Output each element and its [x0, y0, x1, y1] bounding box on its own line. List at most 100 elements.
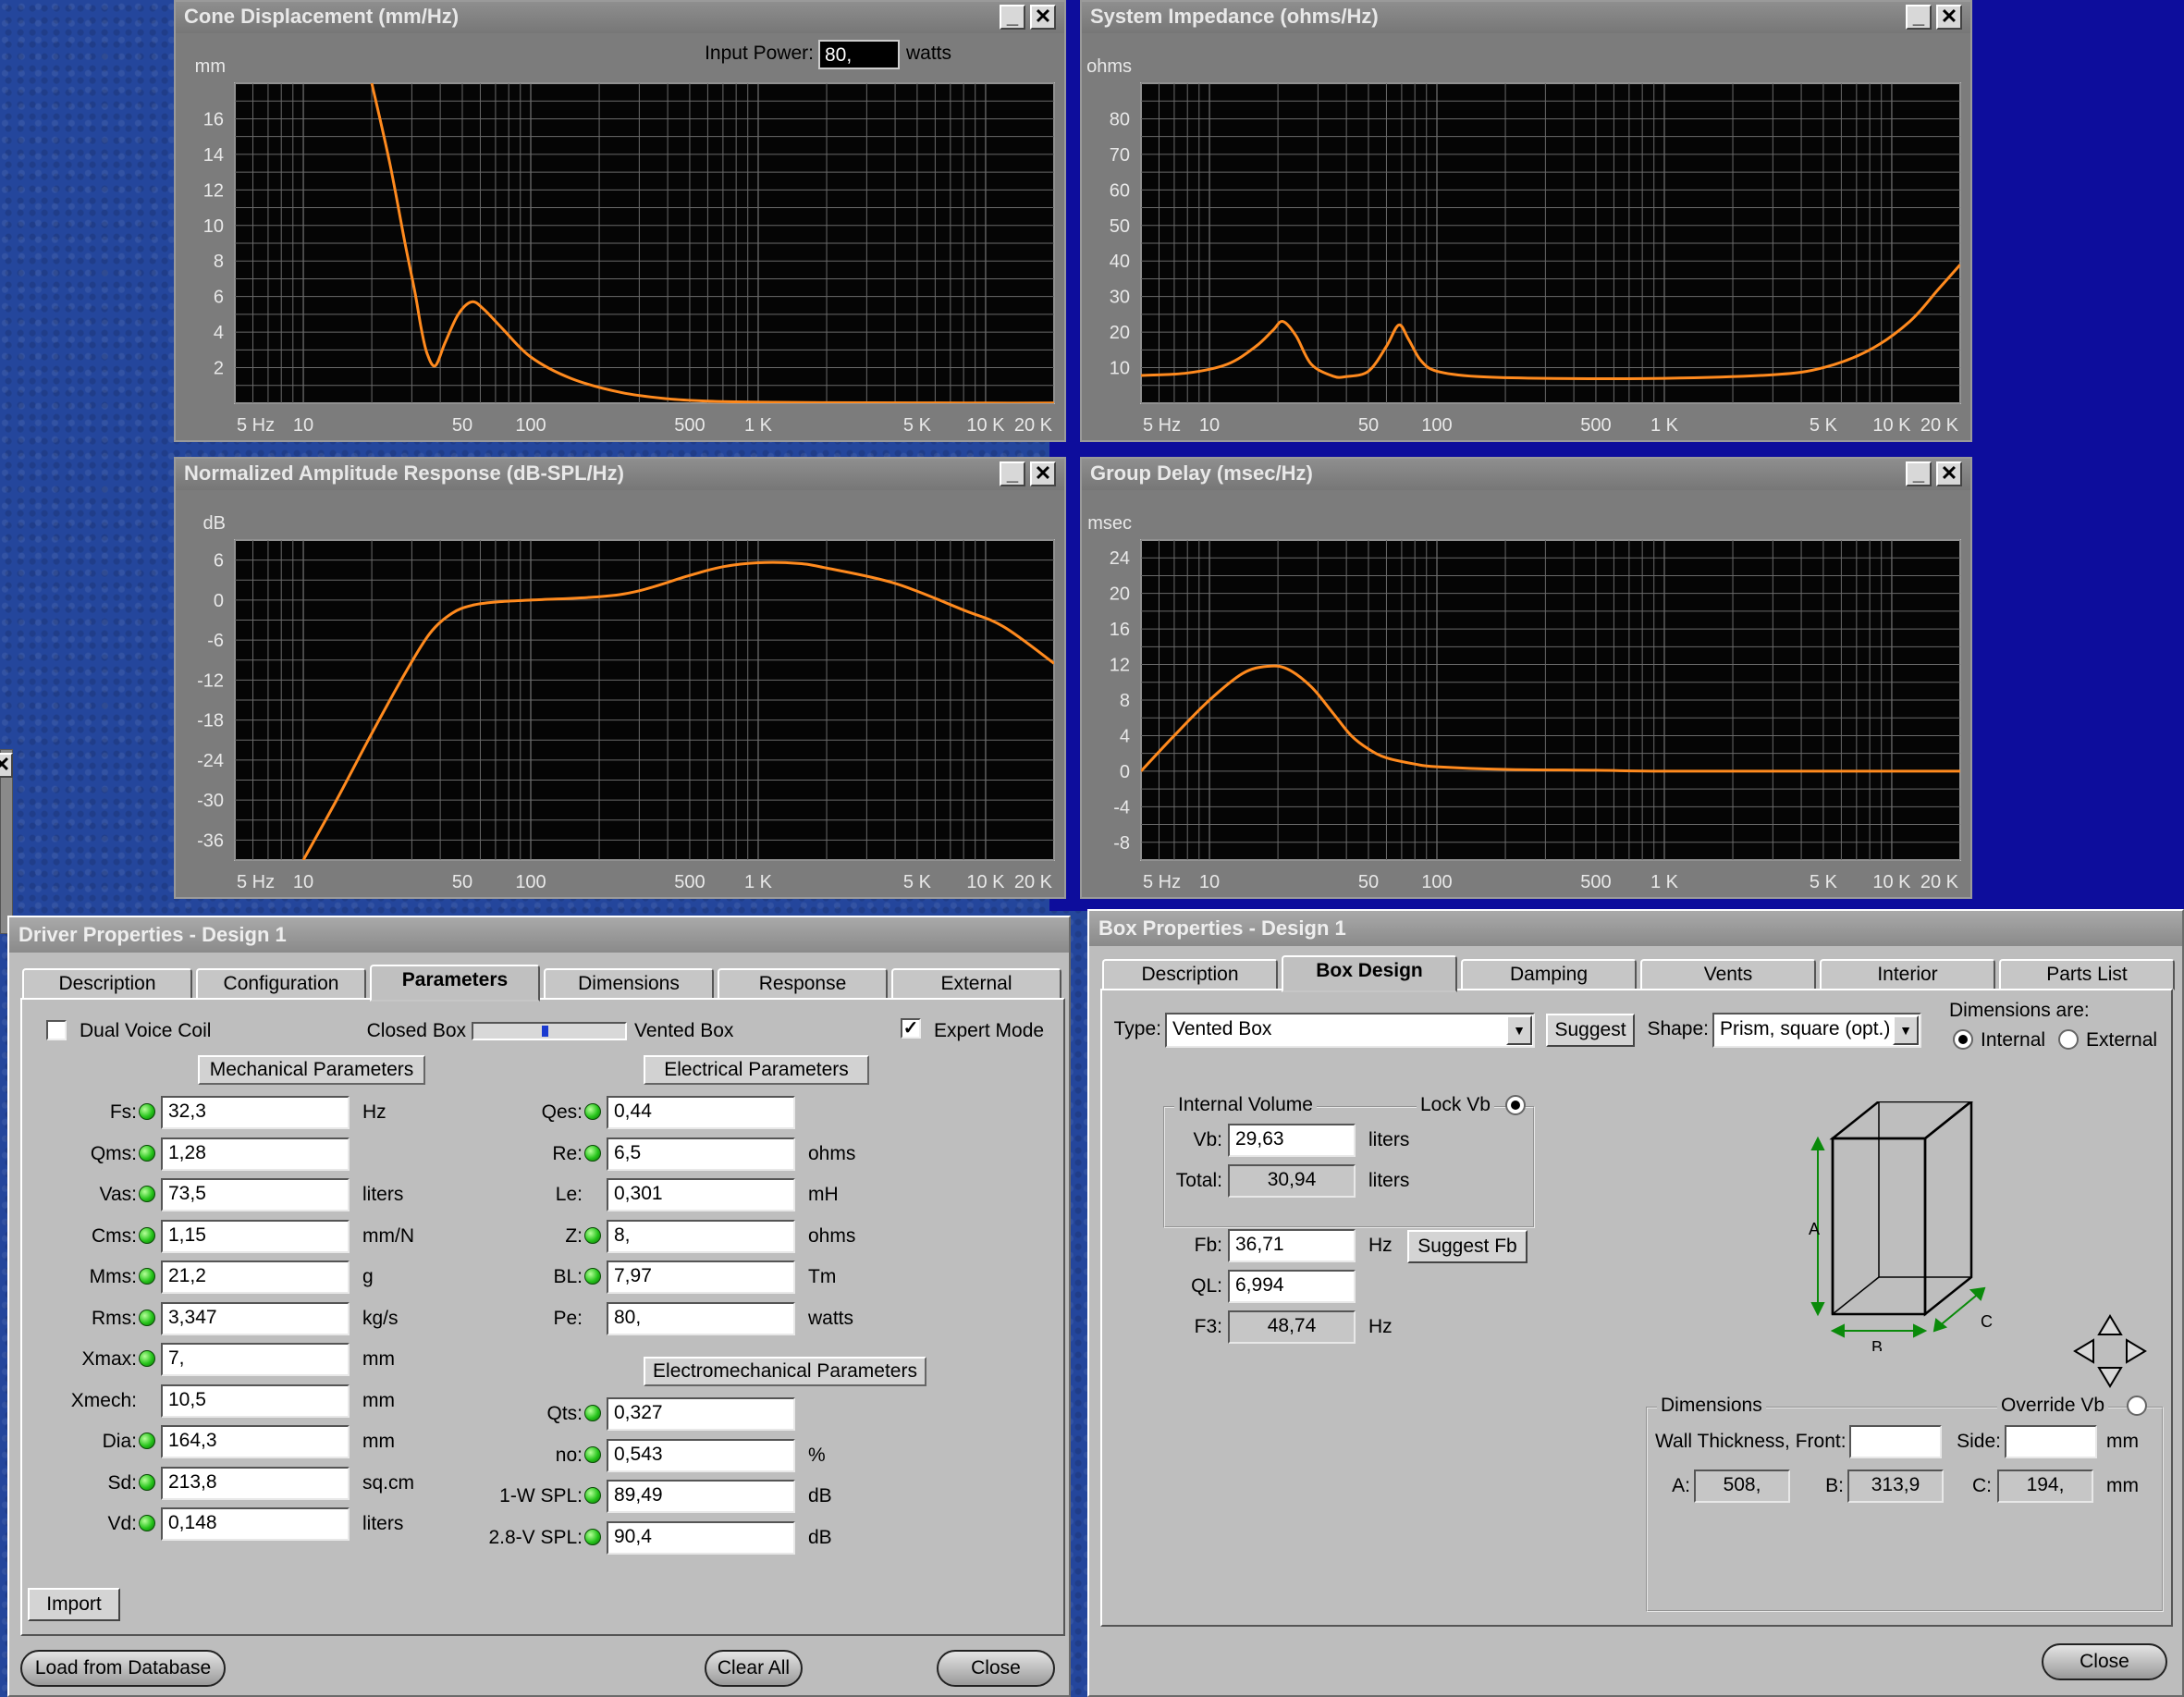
minimize-icon[interactable]: _	[1906, 5, 1932, 30]
chevron-down-icon[interactable]: ▼	[1893, 1015, 1919, 1045]
mech-value-input[interactable]: 1,28	[161, 1137, 350, 1171]
mech-value-input[interactable]: 21,2	[161, 1260, 350, 1294]
suggest-fb-button[interactable]: Suggest Fb	[1407, 1230, 1528, 1263]
fragment-close-icon[interactable]: ✕	[0, 753, 13, 778]
internal-radio[interactable]	[1953, 1029, 1973, 1050]
mech-value-input[interactable]: 3,347	[161, 1301, 350, 1335]
rotate-arrows-icon[interactable]	[2073, 1314, 2147, 1388]
elec-value-input[interactable]: 80,	[607, 1301, 795, 1335]
mech-label: Dia:	[102, 1431, 137, 1452]
y-unit-label: dB	[203, 513, 226, 534]
mech-value-input[interactable]: 32,3	[161, 1096, 350, 1129]
mech-value-input[interactable]: 1,15	[161, 1219, 350, 1253]
mech-value-input[interactable]: 0,148	[161, 1507, 350, 1541]
tab-damping[interactable]: Damping	[1461, 959, 1637, 990]
mech-unit: mm	[362, 1389, 395, 1411]
elec-value-input[interactable]: 6,5	[607, 1137, 795, 1171]
close-icon[interactable]: ✕	[1936, 5, 1962, 30]
dimensions-label: Dimensions	[1657, 1395, 1766, 1417]
tab-external[interactable]: External	[891, 968, 1061, 1000]
elec-label: BL:	[553, 1266, 583, 1287]
em-value-input[interactable]: 0,543	[607, 1438, 795, 1472]
y-tick-label: 16	[203, 109, 224, 129]
elec-value-input[interactable]: 7,97	[607, 1260, 795, 1294]
tab-interior[interactable]: Interior	[1820, 959, 1995, 990]
elec-value-input[interactable]: 0,44	[607, 1096, 795, 1129]
em-unit: %	[808, 1444, 826, 1466]
shape-select[interactable]: Prism, square (opt.) ▼	[1712, 1013, 1921, 1048]
wall-side-input[interactable]	[2005, 1425, 2097, 1458]
tab-dimensions[interactable]: Dimensions	[544, 968, 714, 1000]
em-unit: dB	[808, 1485, 832, 1506]
box-design-tab-body: Type: Vented Box ▼ Suggest Shape: Prism, …	[1100, 989, 2173, 1627]
mech-label: Qms:	[90, 1142, 137, 1164]
mech-value-input[interactable]: 73,5	[161, 1178, 350, 1211]
mech-label: Vas:	[99, 1184, 137, 1205]
x-tick-label: 5 K	[903, 872, 932, 892]
mech-label: Sd:	[107, 1471, 137, 1494]
box-type-select[interactable]: Vented Box ▼	[1165, 1013, 1535, 1048]
y-tick-label: 8	[214, 252, 224, 272]
tab-description[interactable]: Description	[22, 968, 192, 1000]
minimize-icon[interactable]: _	[1000, 5, 1025, 30]
expert-mode-checkbox[interactable]: ✓	[901, 1018, 921, 1039]
input-power-value[interactable]: 80,	[825, 44, 852, 66]
tab-description[interactable]: Description	[1102, 959, 1278, 990]
close-icon[interactable]: ✕	[1030, 461, 1056, 486]
tab-configuration[interactable]: Configuration	[196, 968, 366, 1000]
tab-parameters[interactable]: Parameters	[370, 965, 540, 1002]
elec-unit: watts	[808, 1307, 854, 1329]
em-value-input[interactable]: 0,327	[607, 1397, 795, 1431]
override-vb-radio[interactable]	[2127, 1396, 2147, 1416]
suggest-button[interactable]: Suggest	[1546, 1014, 1635, 1047]
y-tick-label: 20	[1110, 323, 1130, 343]
tab-response[interactable]: Response	[718, 968, 888, 1000]
status-led-icon	[584, 1487, 601, 1504]
close-button[interactable]: Close	[2042, 1643, 2167, 1680]
c-value: 194,	[1997, 1470, 2093, 1503]
tab-parts-list[interactable]: Parts List	[1999, 959, 2175, 990]
y-tick-label: -6	[207, 631, 224, 651]
em-value-input[interactable]: 89,49	[607, 1480, 795, 1513]
close-icon[interactable]: ✕	[1936, 461, 1962, 486]
ql-input[interactable]: 6,994	[1228, 1270, 1356, 1303]
import-button[interactable]: Import	[28, 1588, 120, 1621]
x-tick-label: 20 K	[1920, 872, 1959, 892]
status-led-icon	[139, 1226, 155, 1244]
tab-vents[interactable]: Vents	[1640, 959, 1816, 990]
close-icon[interactable]: ✕	[1030, 5, 1056, 30]
x-tick-label: 100	[515, 415, 546, 436]
minimize-icon[interactable]: _	[1906, 461, 1932, 486]
slider-knob[interactable]	[541, 1026, 548, 1037]
close-button[interactable]: Close	[937, 1650, 1055, 1687]
mech-value-input[interactable]: 10,5	[161, 1383, 350, 1418]
f3-label: F3:	[1194, 1316, 1222, 1337]
y-tick-label: 12	[1110, 656, 1130, 676]
mech-value-input[interactable]: 164,3	[161, 1425, 350, 1458]
minimize-icon[interactable]: _	[1000, 461, 1025, 486]
fb-input[interactable]: 36,71	[1228, 1229, 1356, 1262]
amplitude-response-window: Normalized Amplitude Response (dB-SPL/Hz…	[174, 457, 1066, 899]
em-value-input[interactable]: 90,4	[607, 1520, 795, 1555]
vb-input[interactable]: 29,63	[1228, 1124, 1356, 1157]
mech-label: Xmech:	[70, 1389, 137, 1411]
mech-value-input[interactable]: 7,	[161, 1343, 350, 1376]
window-title: Cone Displacement (mm/Hz)	[176, 2, 1064, 33]
chevron-down-icon[interactable]: ▼	[1506, 1015, 1532, 1045]
lock-vb-radio[interactable]	[1505, 1095, 1526, 1115]
wall-front-input[interactable]	[1849, 1425, 1942, 1458]
x-tick-label: 10 K	[966, 415, 1005, 436]
mech-value-input[interactable]: 213,8	[161, 1466, 350, 1500]
dual-voice-coil-checkbox[interactable]	[46, 1020, 67, 1040]
y-tick-label: 6	[214, 551, 224, 572]
box-type-slider[interactable]	[472, 1022, 627, 1040]
input-power-label: Input Power:	[705, 43, 814, 64]
clear-all-button[interactable]: Clear All	[705, 1650, 803, 1687]
elec-value-input[interactable]: 0,301	[607, 1178, 795, 1211]
x-tick-label: 10 K	[966, 872, 1005, 892]
tab-box-design[interactable]: Box Design	[1282, 955, 1457, 992]
internal-volume-label: Internal Volume	[1174, 1094, 1317, 1116]
elec-value-input[interactable]: 8,	[607, 1219, 795, 1253]
load-from-database-button[interactable]: Load from Database	[20, 1650, 226, 1687]
external-radio[interactable]	[2058, 1029, 2079, 1050]
